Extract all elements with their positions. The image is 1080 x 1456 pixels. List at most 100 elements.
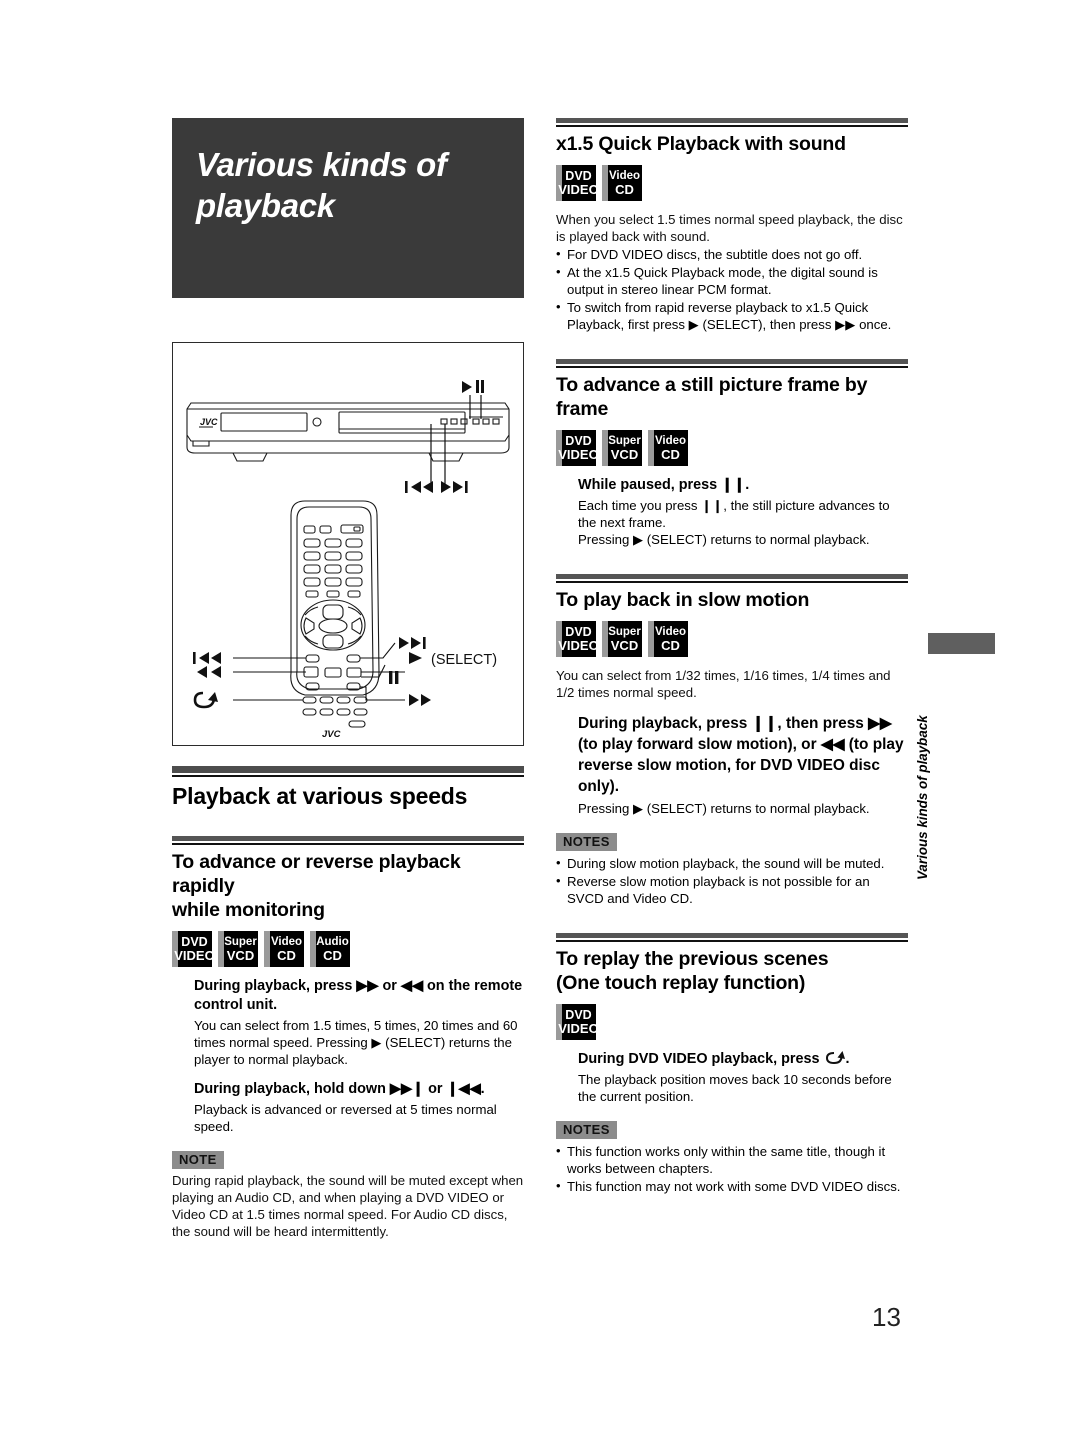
subsection-rule [556,933,908,938]
section-quick-playback: x1.5 Quick Playback with sound DVD VIDEO… [556,118,908,333]
quick-bullets: For DVD VIDEO discs, the subtitle does n… [556,245,908,333]
remote-callout-pause-icon [389,671,399,684]
section-rapid-playback: To advance or reverse playback rapidly w… [172,836,524,1240]
section-frame-by-frame: To advance a still picture frame by fram… [556,359,908,548]
player-front-panel [186,402,510,462]
section-title-rapid: To advance or reverse playback rapidly w… [172,850,524,922]
badge-line2: VIDEO [558,1021,599,1036]
frame-body-1: Each time you press ❙❙, the still pictur… [578,498,890,530]
badge-line2: VCD [610,447,639,462]
slow-note-1: During slow motion playback, the sound w… [556,854,908,872]
replay-title-line2: (One touch replay function) [556,972,806,994]
section-slow-motion: To play back in slow motion DVD VIDEO Su… [556,574,908,907]
badge-line2: VCD [610,638,639,653]
section-one-touch-replay: To replay the previous scenes (One touch… [556,933,908,1195]
frame-body-2: Pressing ▶ (SELECT) returns to normal pl… [578,532,870,547]
badge-dvd-video: DVD VIDEO [556,430,599,466]
remote-callout-forward-icon [409,694,431,706]
subsection-rule [556,118,908,123]
subsection-rule-thin [556,940,908,942]
remote-callout-select-icon [409,652,422,664]
badge-dvd-video: DVD VIDEO [556,1004,599,1040]
chapter-title-line2: playback [196,187,335,224]
frame-step: While paused, press ❙❙. [578,477,750,493]
section-title-playback-speeds: Playback at various speeds [172,783,468,809]
disc-badge-group-frame: DVD VIDEO Super VCD Video CD [556,430,908,466]
left-column: Various kinds of playback [172,118,524,298]
right-column: x1.5 Quick Playback with sound DVD VIDEO… [556,118,908,1195]
slow-intro: You can select from 1/32 times, 1/16 tim… [556,668,891,700]
slow-notes: During slow motion playback, the sound w… [556,854,908,907]
remote-brand-logo: JVC [322,729,341,740]
callout-play-pause-icon [462,380,484,393]
badge-line2: VIDEO [558,182,599,197]
badge-line2: VIDEO [558,447,599,462]
subsection-rule [556,574,908,579]
slow-note-2: Reverse slow motion playback is not poss… [556,872,908,907]
badge-line2: CD [615,182,634,197]
left-column-lower: Playback at various speeds To advance or… [172,766,524,1240]
subsection-rule-thin [556,125,908,127]
section-title-quick-playback: x1.5 Quick Playback with sound [556,133,846,155]
remote-callout-select-label: (SELECT) [431,652,497,668]
badge-line2: CD [661,638,680,653]
badge-line2: CD [661,447,680,462]
manual-page: Various kinds of playback JVC JVC (SELEC… [0,0,1080,1456]
rapid-step-1: During playback, press ▶▶ or ◀◀ on the r… [194,978,523,1013]
notes-label-replay: NOTES [556,1121,617,1139]
badge-video-cd: Video CD [648,430,688,466]
disc-badge-group-slow: DVD VIDEO Super VCD Video CD [556,621,908,657]
remote-lower-buttons [302,696,368,728]
chapter-title-block: Various kinds of playback [172,118,524,298]
illustration-frame: JVC JVC (SELECT) [172,342,524,746]
badge-video-cd: Video CD [602,165,642,201]
replay-step-prefix: During DVD VIDEO playback, press [578,1051,820,1067]
notes-label-slow: NOTES [556,833,617,851]
replay-arrow-icon [825,1051,845,1065]
section-title-replay: To replay the previous scenes (One touch… [556,947,908,995]
replay-step-suffix: . [845,1051,850,1067]
subsection-rule [556,359,908,364]
badge-line2: VCD [226,948,255,963]
device-illustrations: JVC JVC (SELECT) [186,380,510,740]
badge-dvd-video: DVD VIDEO [556,621,599,657]
rapid-step-1-body: You can select from 1.5 times, 5 times, … [194,1018,518,1067]
page-number: 13 [872,1302,901,1332]
section-title-slow-motion: To play back in slow motion [556,589,810,611]
note-label-rapid: NOTE [172,1151,224,1169]
frame-instructions: While paused, press ❙❙. Each time you pr… [578,476,908,548]
remote-callout-skip-next-icon [399,637,426,649]
disc-badge-group-rapid: DVD VIDEO Super VCD Video CD Audio CD [172,931,524,967]
remote-callout-replay-icon [193,691,218,709]
remote-callout-skip-prev-icon [193,652,221,664]
replay-title-line1: To replay the previous scenes [556,948,829,970]
badge-line2: VIDEO [174,948,215,963]
side-tab-wrapper: Various kinds of playback [915,715,930,881]
badge-line2: CD [277,948,296,963]
badge-video-cd: Video CD [648,621,688,657]
section-rule [172,766,524,773]
badge-super-vcd: Super VCD [218,931,258,967]
quick-bullet-2: At the x1.5 Quick Playback mode, the dig… [556,263,908,298]
rapid-step-2: During playback, hold down ▶▶❙ or ❙◀◀. [194,1081,485,1097]
replay-instructions: During DVD VIDEO playback, press . The p… [578,1050,908,1105]
remote-callout-rewind-icon [197,666,221,678]
subsection-rule [172,836,524,841]
replay-note-1: This function works only within the same… [556,1142,908,1177]
side-tab-marker [928,633,995,654]
rapid-title-line1: To advance or reverse playback rapidly [172,851,461,897]
player-brand-logo: JVC [200,417,218,427]
callout-skip-prev-icon [405,481,433,493]
remote-control [290,500,380,696]
badge-dvd-video: DVD VIDEO [556,165,599,201]
subsection-rule-thin [172,843,524,845]
slow-body: Pressing ▶ (SELECT) returns to normal pl… [578,801,870,816]
rapid-title-line2: while monitoring [172,899,325,921]
side-tab-label: Various kinds of playback [915,715,930,880]
slow-step: During playback, press ❙❙, then press ▶▶… [578,715,904,795]
quick-bullet-1: For DVD VIDEO discs, the subtitle does n… [556,245,908,263]
replay-note-2: This function may not work with some DVD… [556,1177,908,1195]
badge-super-vcd: Super VCD [602,621,642,657]
rapid-step-2-body: Playback is advanced or reversed at 5 ti… [194,1102,497,1134]
replay-step: During DVD VIDEO playback, press . [578,1050,908,1069]
